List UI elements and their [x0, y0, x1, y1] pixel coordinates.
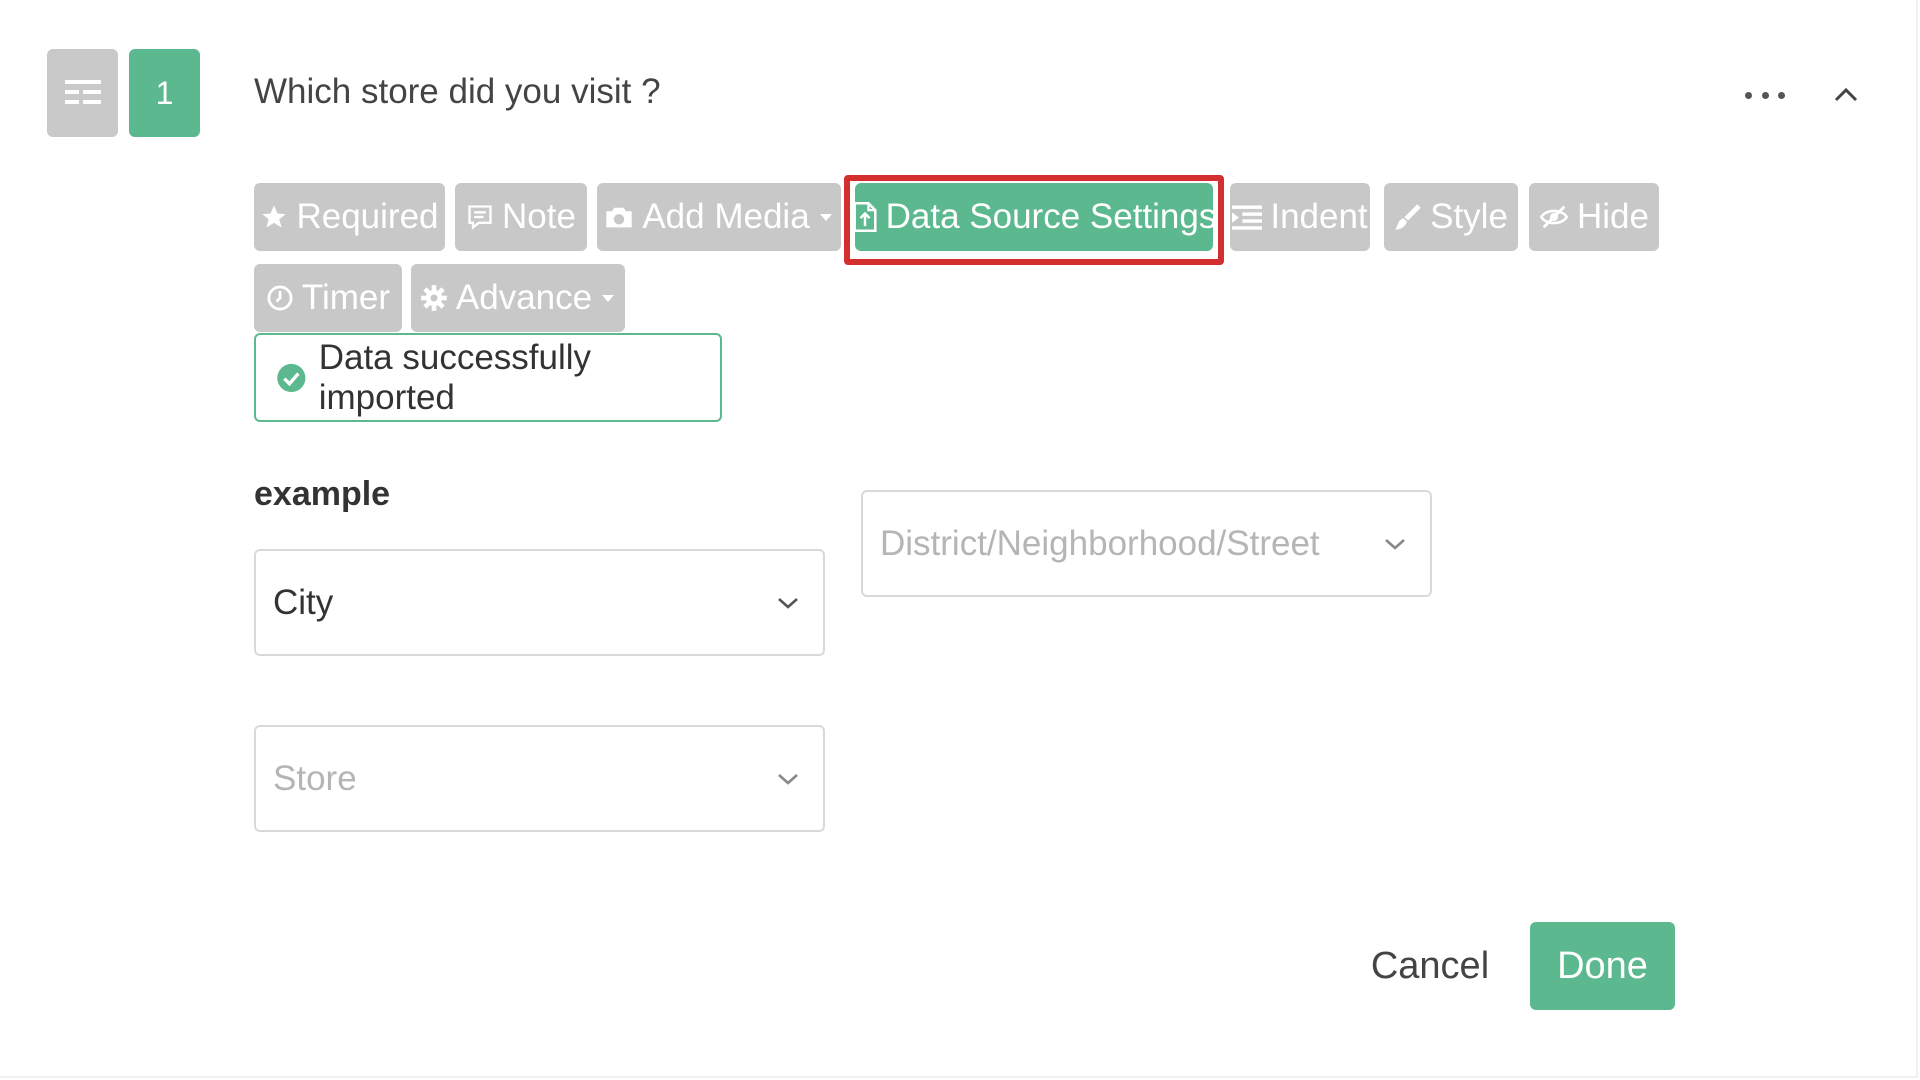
clock-icon	[267, 285, 293, 311]
style-label: Style	[1430, 197, 1508, 236]
dot-icon	[1745, 91, 1752, 99]
store-select[interactable]: Store	[254, 725, 825, 832]
hide-label: Hide	[1577, 197, 1649, 236]
highlight-frame	[844, 175, 1224, 265]
chevron-up-icon	[1834, 87, 1858, 102]
store-select-placeholder: Store	[273, 758, 357, 798]
advance-label: Advance	[455, 278, 593, 317]
chevron-down-icon	[1385, 538, 1405, 550]
indent-icon	[1232, 205, 1263, 230]
caret-down-icon	[819, 214, 832, 221]
chevron-down-icon	[778, 773, 798, 785]
indent-button[interactable]: Indent	[1230, 183, 1370, 251]
caret-down-icon	[602, 295, 615, 302]
star-icon	[262, 205, 287, 228]
done-button[interactable]: Done	[1530, 922, 1675, 1010]
question-number-badge: 1	[129, 49, 200, 137]
dot-icon	[1761, 91, 1769, 99]
import-success-text: Data successfully imported	[318, 337, 592, 417]
question-title[interactable]: Which store did you visit ?	[254, 72, 661, 112]
chevron-down-icon	[778, 597, 798, 609]
advance-button[interactable]: Advance	[411, 264, 625, 332]
city-select[interactable]: City	[254, 549, 825, 656]
eye-slash-icon	[1539, 205, 1569, 229]
table-icon	[64, 80, 101, 104]
cancel-button[interactable]: Cancel	[1360, 922, 1500, 1010]
question-type-icon[interactable]	[47, 49, 118, 137]
dot-icon	[1778, 91, 1785, 99]
indent-label: Indent	[1270, 197, 1368, 236]
note-label: Note	[502, 197, 576, 236]
city-select-value: City	[273, 582, 334, 622]
required-label: Required	[296, 197, 439, 236]
check-circle-icon	[277, 363, 306, 392]
gear-icon	[421, 285, 447, 311]
timer-label: Timer	[301, 278, 391, 317]
collapse-button[interactable]	[1830, 80, 1862, 108]
note-icon	[468, 205, 492, 230]
required-button[interactable]: Required	[254, 183, 445, 251]
add-media-button[interactable]: Add Media	[597, 183, 841, 251]
note-button[interactable]: Note	[455, 183, 587, 251]
more-options-button[interactable]	[1745, 80, 1785, 110]
field-label: example	[254, 475, 391, 513]
district-select-placeholder: District/Neighborhood/Street	[880, 523, 1320, 563]
district-select[interactable]: District/Neighborhood/Street	[861, 490, 1432, 597]
import-success-message: Data successfully imported	[254, 333, 722, 422]
question-card: 1 Which store did you visit ? Required N…	[0, 0, 1918, 1078]
hide-button[interactable]: Hide	[1529, 183, 1659, 251]
style-button[interactable]: Style	[1384, 183, 1518, 251]
timer-button[interactable]: Timer	[254, 264, 402, 332]
camera-icon	[606, 207, 633, 228]
add-media-label: Add Media	[642, 197, 810, 236]
brush-icon	[1395, 204, 1421, 230]
